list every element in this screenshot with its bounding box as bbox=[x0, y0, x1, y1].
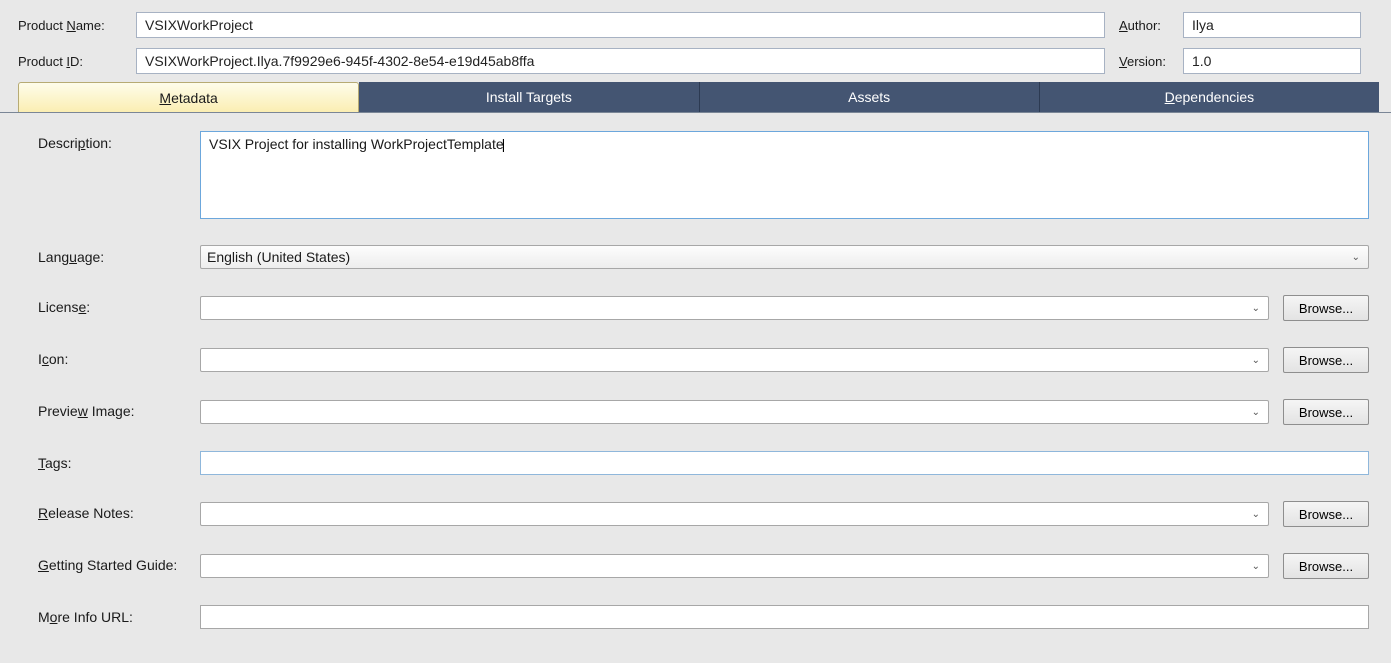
tab-install-targets[interactable]: Install Targets bbox=[359, 82, 699, 112]
tab-assets[interactable]: Assets bbox=[700, 82, 1040, 112]
chevron-down-icon: ⌄ bbox=[1250, 561, 1262, 572]
product-id-input[interactable] bbox=[136, 48, 1105, 74]
version-input[interactable] bbox=[1183, 48, 1361, 74]
icon-browse-button[interactable]: Browse... bbox=[1283, 347, 1369, 373]
release-notes-label: Release Notes: bbox=[38, 501, 200, 521]
product-name-label: Product Name: bbox=[18, 18, 130, 33]
release-notes-browse-button[interactable]: Browse... bbox=[1283, 501, 1369, 527]
language-label: Language: bbox=[38, 245, 200, 265]
tags-label: Tags: bbox=[38, 451, 200, 471]
tab-dependencies[interactable]: Dependencies bbox=[1040, 82, 1379, 112]
more-info-url-label: More Info URL: bbox=[38, 605, 200, 625]
product-name-input[interactable] bbox=[136, 12, 1105, 38]
license-combobox[interactable]: ⌄ bbox=[200, 296, 1269, 320]
version-label: Version: bbox=[1111, 54, 1177, 69]
getting-started-combobox[interactable]: ⌄ bbox=[200, 554, 1269, 578]
preview-image-label: Preview Image: bbox=[38, 399, 200, 419]
getting-started-label: Getting Started Guide: bbox=[38, 553, 200, 573]
chevron-down-icon: ⌄ bbox=[1250, 355, 1262, 366]
more-info-url-input[interactable] bbox=[200, 605, 1369, 629]
icon-label: Icon: bbox=[38, 347, 200, 367]
tab-strip: Metadata Install Targets Assets Dependen… bbox=[0, 82, 1391, 113]
tags-input[interactable] bbox=[200, 451, 1369, 475]
product-id-label: Product ID: bbox=[18, 54, 130, 69]
chevron-down-icon: ⌄ bbox=[1250, 303, 1262, 314]
chevron-down-icon: ⌄ bbox=[1250, 407, 1262, 418]
license-label: License: bbox=[38, 295, 200, 315]
chevron-down-icon: ⌄ bbox=[1250, 509, 1262, 520]
preview-image-combobox[interactable]: ⌄ bbox=[200, 400, 1269, 424]
getting-started-browse-button[interactable]: Browse... bbox=[1283, 553, 1369, 579]
description-textarea[interactable]: VSIX Project for installing WorkProjectT… bbox=[200, 131, 1369, 219]
license-browse-button[interactable]: Browse... bbox=[1283, 295, 1369, 321]
description-label: Description: bbox=[38, 131, 200, 151]
author-input[interactable] bbox=[1183, 12, 1361, 38]
icon-combobox[interactable]: ⌄ bbox=[200, 348, 1269, 372]
release-notes-combobox[interactable]: ⌄ bbox=[200, 502, 1269, 526]
author-label: Author: bbox=[1111, 18, 1177, 33]
chevron-down-icon: ⌄ bbox=[1350, 252, 1362, 263]
preview-image-browse-button[interactable]: Browse... bbox=[1283, 399, 1369, 425]
tab-metadata[interactable]: Metadata bbox=[18, 82, 359, 112]
language-combobox[interactable]: English (United States) ⌄ bbox=[200, 245, 1369, 269]
